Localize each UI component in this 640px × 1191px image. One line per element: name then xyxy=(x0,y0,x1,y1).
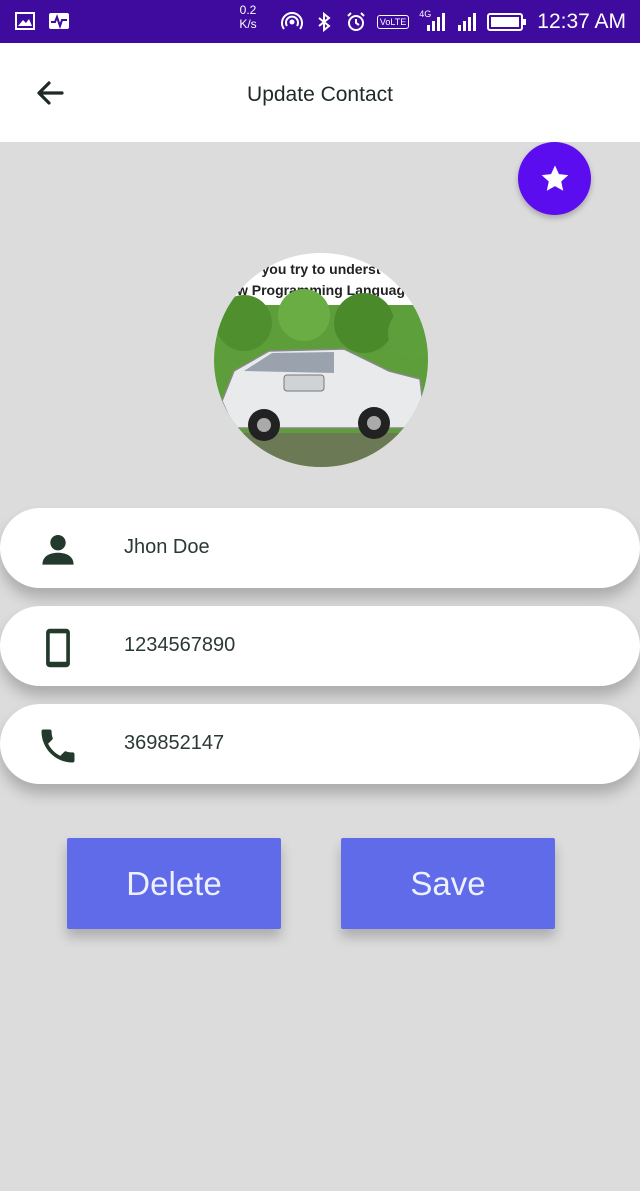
mobile-value: 1234567890 xyxy=(124,634,236,656)
network-speed-value: 0.2 xyxy=(239,3,257,17)
battery-icon xyxy=(487,12,527,31)
volte-badge: VoLTE xyxy=(376,14,410,29)
name-field[interactable]: Jhon Doe xyxy=(0,508,640,588)
status-clock: 12:37 AM xyxy=(537,9,626,33)
phone-value: 369852147 xyxy=(124,732,225,754)
network-speed: 0.2 K/s xyxy=(236,3,260,31)
status-bar: 0.2 K/s VoLTE 4G 12:37 AM xyxy=(0,0,640,43)
activity-notification-icon xyxy=(49,13,69,30)
status-bar-right: VoLTE 4G 12:37 AM xyxy=(280,0,626,43)
app-bar: Update Contact xyxy=(0,43,640,142)
photo-scene xyxy=(214,289,428,467)
call-icon xyxy=(41,729,75,763)
star-icon xyxy=(541,165,568,191)
person-icon xyxy=(42,534,74,565)
favorite-button[interactable] xyxy=(518,142,591,215)
name-value: Jhon Doe xyxy=(124,536,210,558)
network-speed-unit: K/s xyxy=(239,17,257,31)
hotspot-icon xyxy=(280,11,303,30)
save-button[interactable]: Save xyxy=(341,838,555,929)
delete-button[interactable]: Delete xyxy=(67,838,281,929)
status-bar-left xyxy=(14,10,70,32)
gallery-notification-icon xyxy=(15,12,35,30)
phone-field[interactable]: 369852147 xyxy=(0,704,640,784)
signal-strength-2-icon xyxy=(458,12,477,31)
network-type-label: 4G xyxy=(419,8,432,19)
bluetooth-icon xyxy=(318,11,331,32)
signal-strength-icon: 4G xyxy=(419,8,446,33)
mobile-phone-icon xyxy=(46,628,70,668)
mobile-field[interactable]: 1234567890 xyxy=(0,606,640,686)
page-title: Update Contact xyxy=(247,83,393,106)
alarm-icon xyxy=(347,11,365,31)
contact-photo[interactable]: you try to underst w Programming Languag xyxy=(214,253,428,467)
